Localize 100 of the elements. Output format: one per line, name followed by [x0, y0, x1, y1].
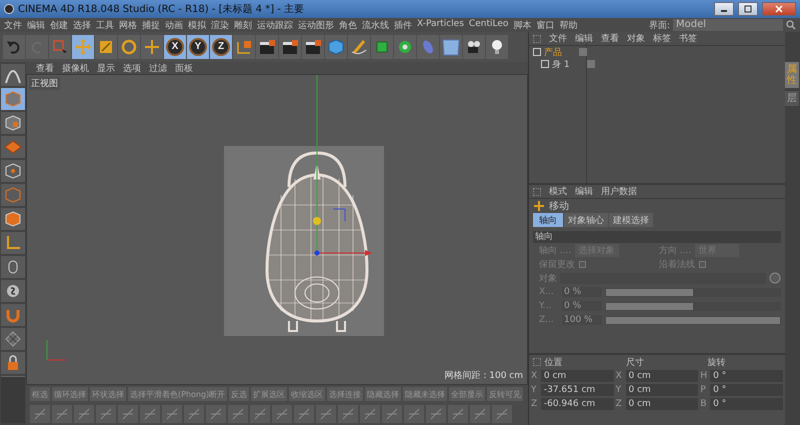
grip-icon[interactable]: [533, 358, 541, 366]
maximize-button[interactable]: [738, 2, 758, 16]
coordinate-field[interactable]: 0 cm: [626, 370, 698, 382]
modeling-tool-button[interactable]: [448, 405, 468, 423]
coordinate-field[interactable]: 0 cm: [540, 370, 614, 382]
light-bulb-button[interactable]: [486, 35, 508, 59]
modeling-tool-button[interactable]: [316, 405, 336, 423]
grip-icon[interactable]: [533, 34, 541, 42]
menu-item[interactable]: 窗口: [536, 18, 554, 32]
search-icon[interactable]: [786, 20, 796, 30]
menu-item[interactable]: 脚本: [513, 18, 532, 32]
menu-item[interactable]: 插件: [394, 18, 412, 32]
menu-item[interactable]: 对象: [627, 32, 645, 45]
menu-item[interactable]: 选项: [123, 62, 141, 74]
modeling-tool-button[interactable]: [294, 405, 314, 423]
scale-button[interactable]: [95, 35, 117, 59]
menu-item[interactable]: 标签: [653, 32, 671, 45]
slider-track[interactable]: [605, 302, 781, 310]
menu-item[interactable]: 过滤: [149, 62, 167, 74]
side-tab[interactable]: 层: [785, 91, 799, 106]
mouse-mode-button[interactable]: [1, 256, 25, 278]
modeling-tool-button[interactable]: [272, 405, 292, 423]
polygons-mode-button[interactable]: [1, 208, 25, 230]
menu-item[interactable]: 摄像机: [62, 62, 89, 74]
clapperboard-button[interactable]: [279, 35, 301, 59]
menu-item[interactable]: 动画: [165, 18, 183, 32]
coordinate-field[interactable]: 0 °: [710, 398, 783, 410]
menu-item[interactable]: 查看: [601, 32, 619, 45]
checkbox[interactable]: [579, 260, 586, 268]
menu-item[interactable]: 模拟: [188, 18, 206, 32]
menu-item[interactable]: 用户数据: [601, 185, 637, 198]
number-field[interactable]: 0 %: [562, 287, 602, 297]
move-gizmo-drawing[interactable]: [313, 75, 372, 256]
modeling-tool-button[interactable]: [228, 405, 248, 423]
coordinate-field[interactable]: 0 °: [710, 370, 783, 382]
coordinate-field[interactable]: 0 °: [710, 384, 783, 396]
layout-dropdown[interactable]: Model: [673, 19, 783, 31]
minimize-button[interactable]: [714, 2, 734, 16]
object-name[interactable]: 身 1: [552, 58, 584, 70]
menu-item[interactable]: 面板: [175, 62, 193, 74]
cube-mode-button[interactable]: [1, 88, 25, 110]
menu-item[interactable]: 捕捉: [142, 18, 160, 32]
edges-mode-button[interactable]: [1, 184, 25, 206]
redo-button[interactable]: [26, 35, 48, 59]
menu-item[interactable]: 雕刻: [234, 18, 252, 32]
modeling-tool-button[interactable]: [338, 405, 358, 423]
modeling-tool-button[interactable]: [30, 405, 50, 423]
modeling-tool-button[interactable]: [118, 405, 138, 423]
modeling-tool-button[interactable]: [250, 405, 270, 423]
points-mode-button[interactable]: [1, 160, 25, 182]
menu-item[interactable]: 网格: [119, 18, 137, 32]
menu-item[interactable]: 查看: [36, 62, 54, 74]
axis-lock-button[interactable]: X: [164, 35, 186, 59]
modeling-tool-button[interactable]: [162, 405, 182, 423]
menu-item[interactable]: 书签: [679, 32, 697, 45]
axis-lock-button[interactable]: Y: [187, 35, 209, 59]
menu-item[interactable]: 显示: [97, 62, 115, 74]
modeling-tool-button[interactable]: [492, 405, 512, 423]
menu-item[interactable]: 文件: [4, 18, 22, 32]
menu-item[interactable]: 文件: [549, 32, 567, 45]
grip-icon[interactable]: [533, 188, 541, 196]
modeling-tool-button[interactable]: [404, 405, 424, 423]
coordinate-field[interactable]: -37.651 cm: [540, 384, 614, 396]
menu-item[interactable]: 工具: [96, 18, 114, 32]
modeling-tool-button[interactable]: [470, 405, 490, 423]
clapperboard-button[interactable]: [302, 35, 324, 59]
number-field[interactable]: 0 %: [562, 301, 602, 311]
modeling-tool-button[interactable]: [96, 405, 116, 423]
menu-item[interactable]: 选择: [73, 18, 91, 32]
menu-item[interactable]: 创建: [50, 18, 68, 32]
menu-item[interactable]: 编辑: [27, 18, 45, 32]
tab[interactable]: 建模选择: [609, 213, 653, 227]
viewport[interactable]: 正视图 网格间距 : 100 cm: [26, 74, 528, 385]
modeling-tool-button[interactable]: [52, 405, 72, 423]
close-button[interactable]: [762, 2, 796, 16]
modeling-tool-button[interactable]: [360, 405, 380, 423]
select-button[interactable]: [49, 35, 71, 59]
menu-item[interactable]: 帮助: [559, 18, 578, 32]
camera-button[interactable]: [463, 35, 485, 59]
coordinate-field[interactable]: 0 cm: [626, 398, 698, 410]
tab[interactable]: 对象轴心: [564, 213, 608, 227]
slider-track[interactable]: [605, 288, 781, 296]
box-button[interactable]: [371, 35, 393, 59]
coordinate-field[interactable]: 0 cm: [626, 384, 698, 396]
coordinate-field[interactable]: -60.946 cm: [540, 398, 614, 410]
menu-item[interactable]: CentiLeo: [468, 18, 508, 32]
modeling-tool-button[interactable]: [426, 405, 446, 423]
menu-item[interactable]: 渲染: [211, 18, 229, 32]
clapperboard-button[interactable]: [256, 35, 278, 59]
flower-button[interactable]: [394, 35, 416, 59]
menu-item[interactable]: X-Particles: [417, 18, 464, 32]
modeling-tool-button[interactable]: [206, 405, 226, 423]
modeling-tool-button[interactable]: [74, 405, 94, 423]
pen-button[interactable]: [348, 35, 370, 59]
menu-item[interactable]: 运动图形: [298, 18, 334, 32]
sculpt-mode-button[interactable]: [1, 64, 25, 86]
modeling-tool-button[interactable]: [184, 405, 204, 423]
menu-item[interactable]: 流水线: [362, 18, 389, 32]
menu-item[interactable]: 编辑: [575, 185, 593, 198]
grid-plane-mode-button[interactable]: [1, 136, 25, 158]
